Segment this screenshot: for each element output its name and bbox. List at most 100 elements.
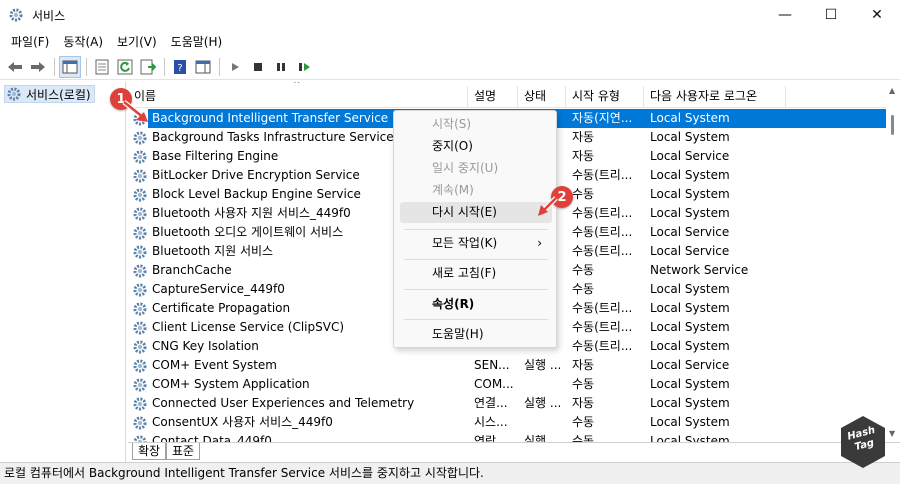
pause-icon[interactable] <box>270 56 292 78</box>
tree-item-services-local[interactable]: 서비스(로컬) <box>4 85 95 103</box>
maximize-button[interactable]: ☐ <box>808 0 854 30</box>
service-gear-icon <box>132 434 148 442</box>
tree-item-label: 서비스(로컬) <box>26 87 91 102</box>
scrollbar-thumb[interactable] <box>891 115 894 135</box>
service-log-on-as: Local System <box>650 168 730 182</box>
stop-icon[interactable] <box>247 56 269 78</box>
service-startup-type: 수동(트리... <box>572 206 633 220</box>
scroll-up-icon[interactable]: ▲ <box>889 86 895 95</box>
column-header-log-on-as[interactable]: 다음 사용자로 로그온 <box>644 86 786 108</box>
menu-item-resume[interactable]: 계속(M) <box>400 180 552 201</box>
tab-standard[interactable]: 표준 <box>166 443 201 460</box>
tab-extended[interactable]: 확장 <box>132 443 167 460</box>
service-log-on-as: Local Service <box>650 149 730 163</box>
toolbar-divider <box>164 57 165 76</box>
service-startup-type: 수동 <box>572 434 595 442</box>
service-gear-icon <box>132 415 148 431</box>
service-name-cell[interactable]: ConsentUX 사용자 서비스_449f0 <box>128 413 468 432</box>
toolbar-divider <box>54 57 55 76</box>
menu-help[interactable]: 도움말(H) <box>164 33 230 50</box>
show-hide-pane-icon[interactable] <box>192 56 214 78</box>
service-gear-icon <box>132 301 148 317</box>
service-gear-icon <box>132 187 148 203</box>
service-startup-type: 수동(트리... <box>572 301 633 315</box>
scroll-down-icon[interactable]: ▼ <box>889 429 895 438</box>
service-startup-type: 수동(트리... <box>572 225 633 239</box>
export-list-icon[interactable] <box>137 56 159 78</box>
close-button[interactable]: ✕ <box>854 0 900 30</box>
menu-item-stop[interactable]: 중지(O) <box>400 136 552 157</box>
service-log-on-as: Local System <box>650 320 730 334</box>
service-name: Base Filtering Engine <box>152 149 279 163</box>
menu-action[interactable]: 동작(A) <box>56 33 110 50</box>
service-startup-type: 수동(트리... <box>572 320 633 334</box>
window-title: 서비스 <box>32 8 66 23</box>
service-log-on-as: Local System <box>650 339 730 353</box>
service-log-on-as: Local System <box>650 282 730 296</box>
service-log-on-as: Local System <box>650 130 730 144</box>
service-description: SEN... <box>474 358 510 372</box>
pointer-arrow-2-icon <box>538 196 558 216</box>
service-name: Background Tasks Infrastructure Service <box>152 130 394 144</box>
service-gear-icon <box>132 225 148 241</box>
service-gear-icon <box>132 358 148 374</box>
service-status <box>518 375 566 394</box>
service-startup-type: 수동 <box>572 415 595 429</box>
column-header-description[interactable]: 설명 <box>468 86 518 108</box>
toolbar: ? <box>0 54 900 80</box>
table-row[interactable]: Contact Data_449f0 연락... 실행 ... 수동 Local Sys… <box>128 432 886 442</box>
context-menu: 시작(S) 중지(O) 일시 중지(U) 계속(M) 다시 시작(E) 모든 작… <box>393 110 557 348</box>
help-book-icon[interactable]: ? <box>169 56 191 78</box>
service-name-cell[interactable]: COM+ System Application <box>128 375 468 394</box>
service-gear-icon <box>132 282 148 298</box>
table-row[interactable]: COM+ Event System SEN... 실행 ... 자동 Local Ser… <box>128 356 886 375</box>
menu-item-refresh[interactable]: 새로 고침(F) <box>400 263 552 284</box>
service-name-cell[interactable]: Connected User Experiences and Telemetry <box>128 394 468 413</box>
forward-arrow-icon[interactable] <box>27 56 49 78</box>
column-header-name[interactable]: 이름 <box>128 86 468 108</box>
service-name-cell[interactable]: COM+ Event System <box>128 356 468 375</box>
menu-separator <box>404 229 548 230</box>
service-gear-icon <box>132 168 148 184</box>
column-header-startup-type[interactable]: 시작 유형 <box>566 86 644 108</box>
service-log-on-as: Local System <box>650 206 730 220</box>
refresh-icon[interactable] <box>114 56 136 78</box>
service-log-on-as: Local System <box>650 396 730 410</box>
service-startup-type: 수동(트리... <box>572 168 633 182</box>
menu-item-properties[interactable]: 속성(R) <box>400 294 552 315</box>
service-name: Bluetooth 지원 서비스 <box>152 244 274 258</box>
service-status <box>518 413 566 432</box>
menu-item-help[interactable]: 도움말(H) <box>400 324 552 345</box>
properties-sheet-icon[interactable] <box>91 56 113 78</box>
service-name: BranchCache <box>152 263 232 277</box>
table-row[interactable]: COM+ System Application COM... 수동 Local Sys… <box>128 375 886 394</box>
menu-file[interactable]: 파일(F) <box>4 33 56 50</box>
service-gear-icon <box>132 339 148 355</box>
play-icon[interactable] <box>224 56 246 78</box>
table-row[interactable]: Connected User Experiences and Telemetry… <box>128 394 886 413</box>
menu-item-pause[interactable]: 일시 중지(U) <box>400 158 552 179</box>
list-header: 이름 설명 상태 시작 유형 다음 사용자로 로그온 <box>128 86 886 108</box>
service-log-on-as: Local System <box>650 187 730 201</box>
console-tree-icon[interactable] <box>59 55 81 78</box>
services-gear-icon <box>8 7 24 23</box>
back-arrow-icon[interactable] <box>4 56 26 78</box>
column-header-status[interactable]: 상태 <box>518 86 566 108</box>
service-name-cell[interactable]: Contact Data_449f0 <box>128 432 468 442</box>
menu-item-restart[interactable]: 다시 시작(E) <box>400 202 552 223</box>
service-gear-icon <box>132 244 148 260</box>
service-name: Contact Data_449f0 <box>152 434 272 442</box>
service-startup-type: 자동 <box>572 358 595 372</box>
minimize-button[interactable]: — <box>762 0 808 30</box>
menu-view[interactable]: 보기(V) <box>110 33 164 50</box>
menu-bar: 파일(F) 동작(A) 보기(V) 도움말(H) <box>0 30 900 52</box>
service-name: CaptureService_449f0 <box>152 282 285 296</box>
console-tree-pane: 서비스(로컬) <box>0 82 126 462</box>
menu-separator <box>404 319 548 320</box>
menu-item-start[interactable]: 시작(S) <box>400 114 552 135</box>
restart-icon[interactable] <box>293 56 315 78</box>
table-row[interactable]: ConsentUX 사용자 서비스_449f0 시스... 수동 Local Syst… <box>128 413 886 432</box>
service-log-on-as: Network Service <box>650 263 749 277</box>
vertical-scrollbar[interactable]: ▲ ▼ <box>886 82 900 442</box>
menu-item-all-tasks[interactable]: 모든 작업(K) › <box>400 233 552 254</box>
